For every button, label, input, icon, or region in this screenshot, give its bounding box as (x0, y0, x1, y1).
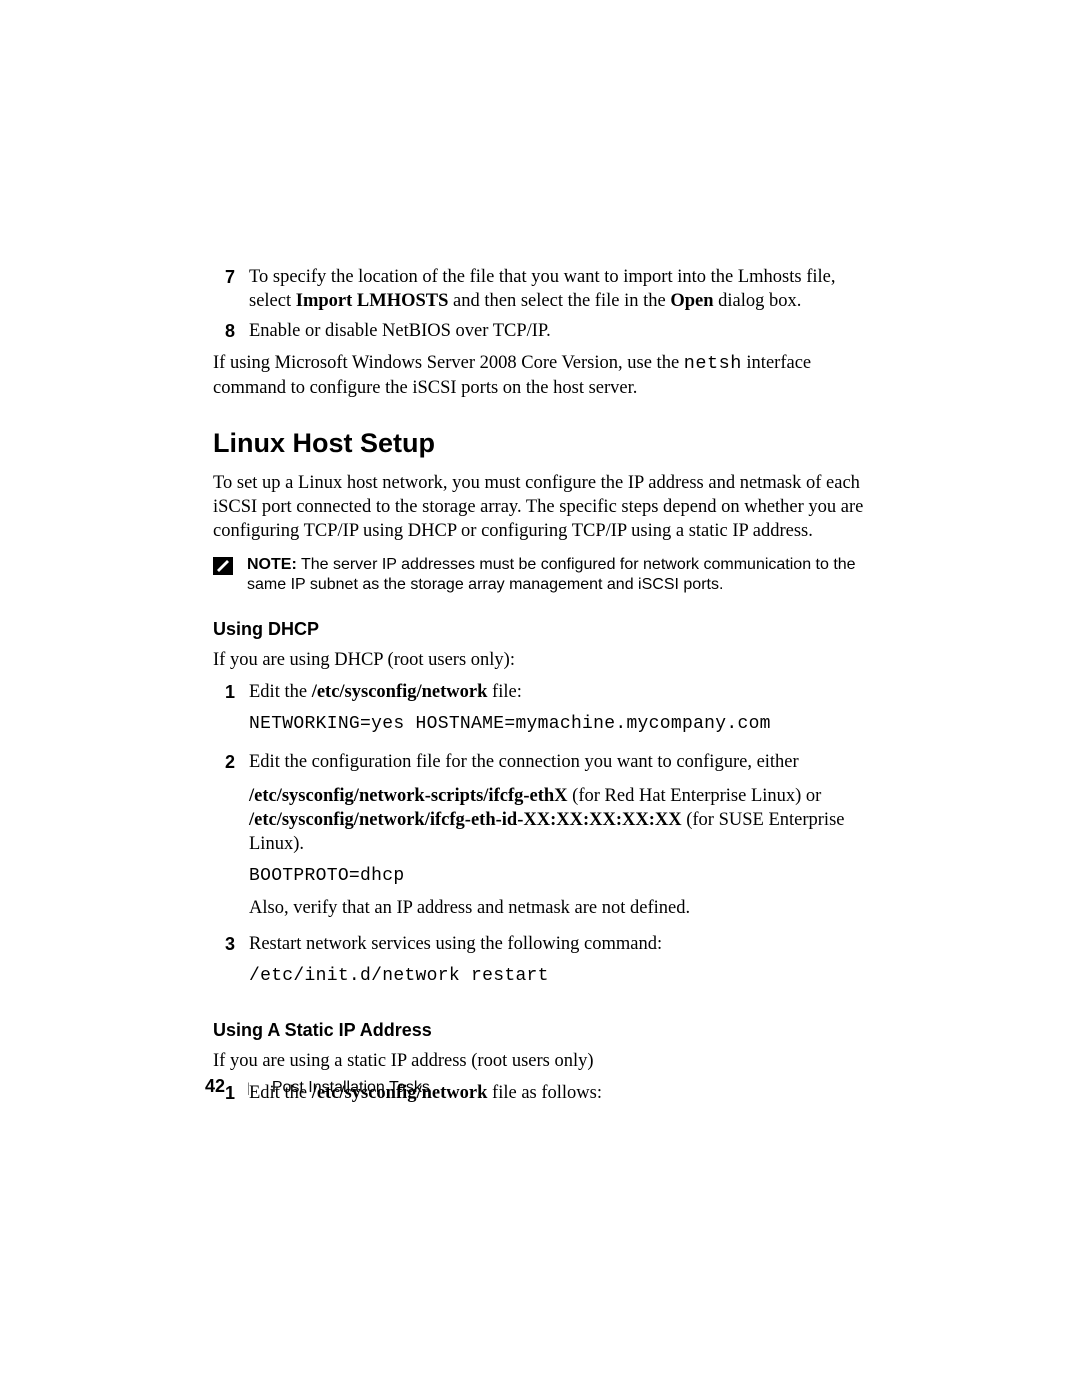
heading-using-static-ip: Using A Static IP Address (213, 1020, 871, 1041)
list-marker: 1 (213, 680, 249, 744)
list-marker: 2 (213, 750, 249, 926)
paragraph: To set up a Linux host network, you must… (213, 471, 871, 543)
list-item: 8 Enable or disable NetBIOS over TCP/IP. (213, 319, 871, 343)
list-body: Edit the /etc/sysconfig/network file: NE… (249, 680, 871, 744)
paragraph: If you are using a static IP address (ro… (213, 1049, 871, 1073)
list-body: Enable or disable NetBIOS over TCP/IP. (249, 319, 871, 343)
list-item: 3 Restart network services using the fol… (213, 932, 871, 996)
code-line: NETWORKING=yes HOSTNAME=mymachine.mycomp… (249, 712, 871, 736)
list-marker: 8 (213, 319, 249, 343)
footer-separator: | (247, 1081, 250, 1097)
footer-section-label: Post Installation Tasks (272, 1079, 430, 1097)
heading-linux-host-setup: Linux Host Setup (213, 428, 871, 459)
page-number: 42 (205, 1076, 225, 1097)
list-body: Restart network services using the follo… (249, 932, 871, 996)
list-marker: 7 (213, 265, 249, 313)
code-line: BOOTPROTO=dhcp (249, 864, 871, 888)
note-text: NOTE: The server IP addresses must be co… (247, 555, 871, 595)
page-content: 7 To specify the location of the file th… (213, 265, 871, 1111)
list-item: 2 Edit the configuration file for the co… (213, 750, 871, 926)
paragraph: If using Microsoft Windows Server 2008 C… (213, 351, 871, 400)
list-item: 1 Edit the /etc/sysconfig/network file: … (213, 680, 871, 744)
heading-using-dhcp: Using DHCP (213, 619, 871, 640)
note-block: NOTE: The server IP addresses must be co… (213, 555, 871, 595)
list-body: Edit the configuration file for the conn… (249, 750, 871, 926)
note-icon (213, 557, 233, 575)
list-body: To specify the location of the file that… (249, 265, 871, 313)
page-footer: 42 | Post Installation Tasks (205, 1076, 430, 1097)
paragraph: If you are using DHCP (root users only): (213, 648, 871, 672)
code-line: /etc/init.d/network restart (249, 964, 871, 988)
list-item: 7 To specify the location of the file th… (213, 265, 871, 313)
list-marker: 3 (213, 932, 249, 996)
